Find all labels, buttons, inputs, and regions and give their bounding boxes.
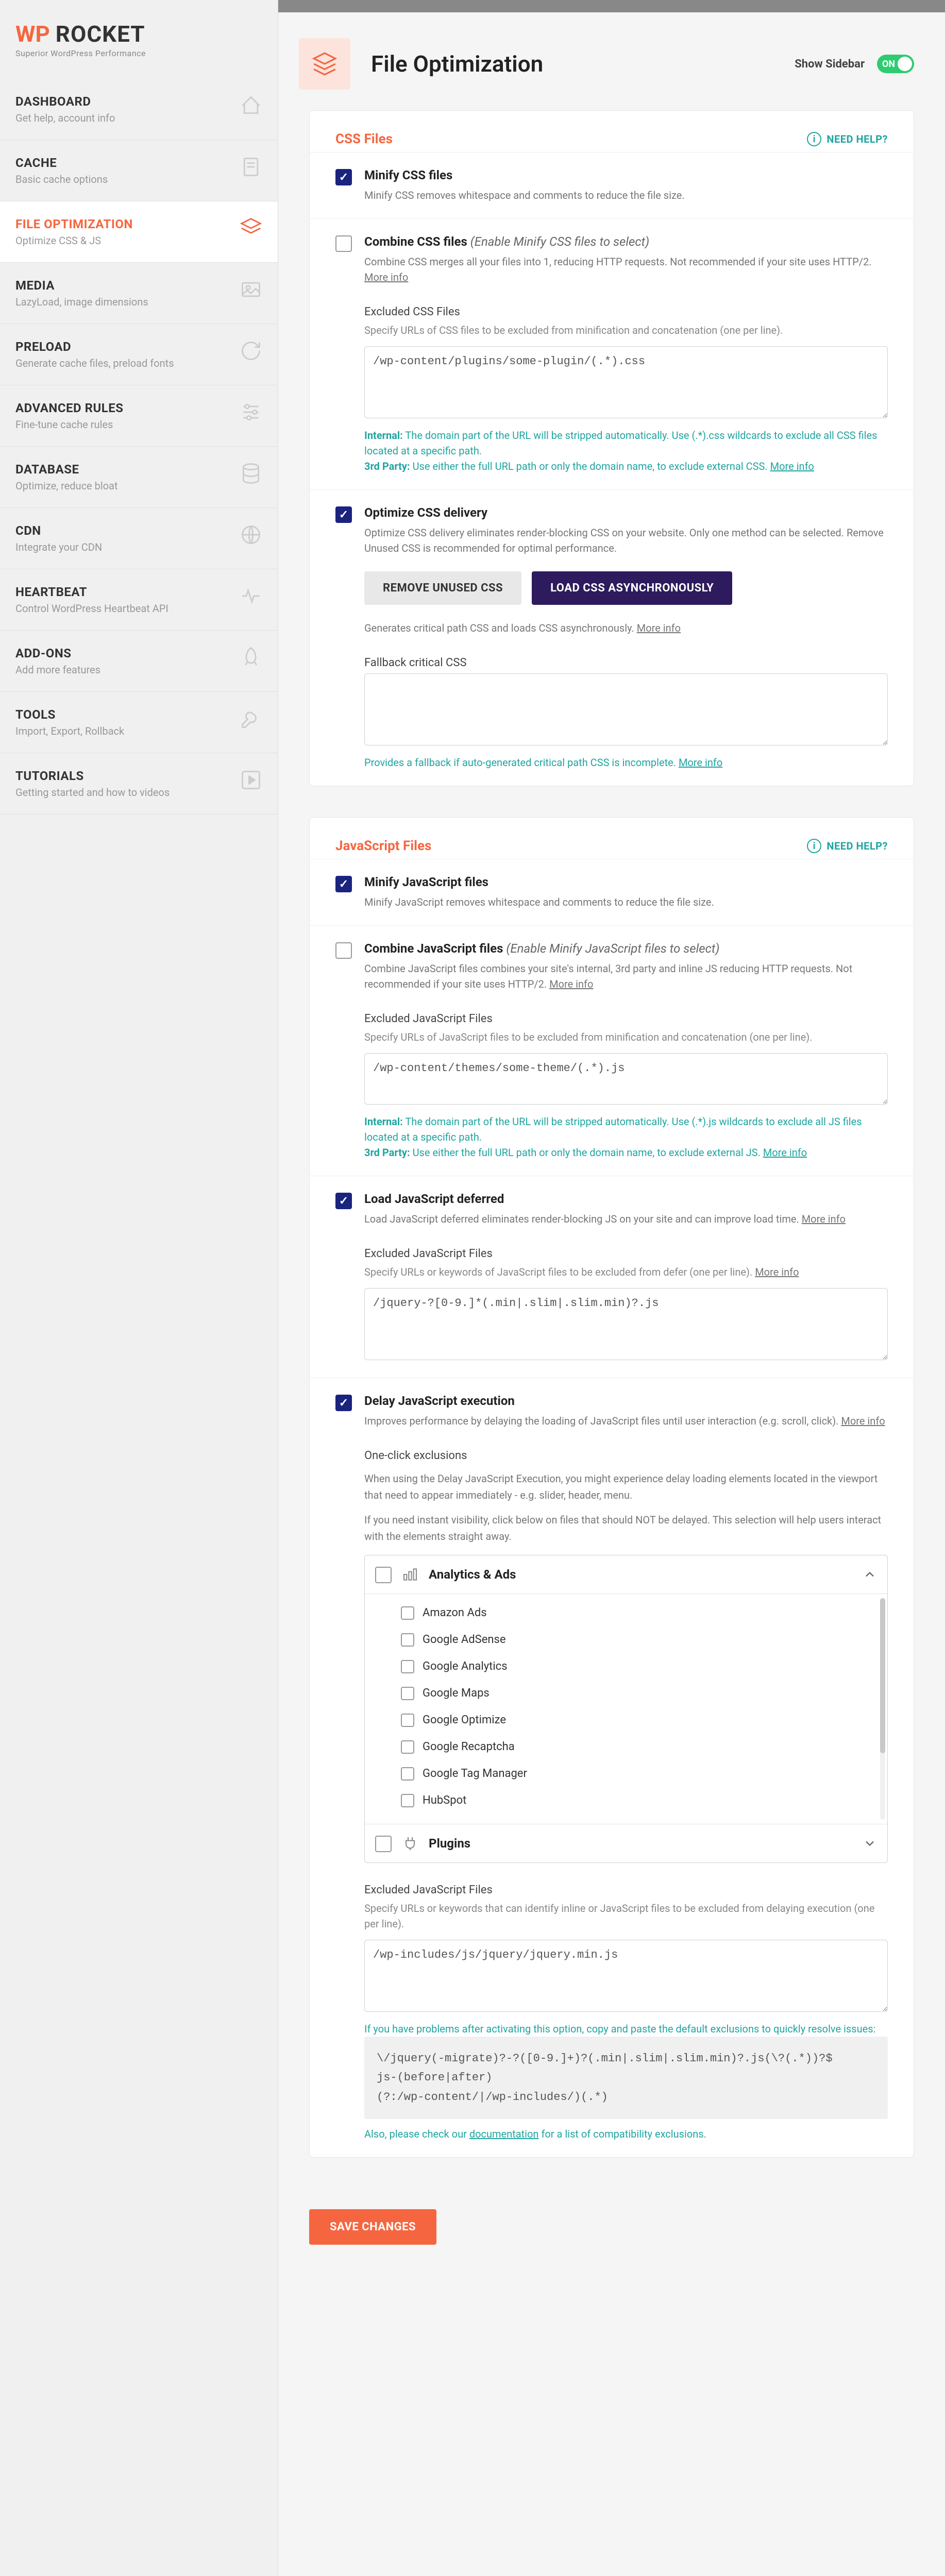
item-checkbox[interactable] (401, 1687, 414, 1700)
exclusion-item[interactable]: Google Optimize (401, 1706, 877, 1733)
item-checkbox[interactable] (401, 1714, 414, 1727)
scrollbar[interactable] (880, 1598, 885, 1820)
more-info-link[interactable]: More info (637, 622, 681, 634)
nav-media[interactable]: MEDIALazyLoad, image dimensions (0, 263, 278, 324)
exclusion-item[interactable]: Google Maps (401, 1680, 877, 1706)
exclusion-group-analytics[interactable]: Analytics & Ads (365, 1555, 887, 1594)
css-files-section: CSS Files iNEED HELP? Minify CSS files M… (309, 110, 914, 786)
nav-advanced-rules[interactable]: ADVANCED RULESFine-tune cache rules (0, 385, 278, 447)
chevron-up-icon (863, 1567, 877, 1582)
page-icon (299, 38, 350, 90)
exclusion-item[interactable]: Google AdSense (401, 1626, 877, 1653)
more-info-link[interactable]: More info (549, 978, 593, 990)
plug-icon (402, 1835, 418, 1852)
exclusion-item[interactable]: Google Recaptcha (401, 1733, 877, 1760)
more-info-link[interactable]: More info (679, 756, 722, 769)
sliders-icon (240, 401, 262, 423)
exclusion-item[interactable]: Amazon Ads (401, 1599, 877, 1626)
more-info-link[interactable]: More info (755, 1266, 799, 1278)
save-changes-button[interactable]: SAVE CHANGES (309, 2209, 436, 2245)
minify-js-checkbox[interactable] (335, 876, 352, 892)
exclusion-items-list: Amazon AdsGoogle AdSenseGoogle Analytics… (365, 1594, 887, 1824)
excluded-delay-input[interactable] (364, 1940, 888, 2012)
item-checkbox[interactable] (401, 1606, 414, 1620)
nav-cache[interactable]: CACHEBasic cache options (0, 140, 278, 201)
exclusion-item[interactable]: Google Analytics (401, 1653, 877, 1680)
nav-preload[interactable]: PRELOADGenerate cache files, preload fon… (0, 324, 278, 385)
minify-css-checkbox[interactable] (335, 169, 352, 185)
rocket-icon (240, 646, 262, 669)
combine-css-checkbox[interactable] (335, 235, 352, 252)
group-checkbox[interactable] (375, 1836, 392, 1852)
item-checkbox[interactable] (401, 1660, 414, 1673)
default-exclusions-code: \/jquery(-migrate)?-?([0-9.]+)?(.min|.sl… (364, 2037, 888, 2119)
logo: WP ROCKET Superior WordPress Performance (0, 21, 278, 79)
globe-icon (240, 523, 262, 546)
play-icon (240, 769, 262, 791)
nav-dashboard[interactable]: DASHBOARDGet help, account info (0, 79, 278, 140)
tools-icon (240, 707, 262, 730)
analytics-icon (402, 1566, 418, 1583)
js-files-section: JavaScript Files iNEED HELP? Minify Java… (309, 817, 914, 2158)
sidebar: WP ROCKET Superior WordPress Performance… (0, 0, 278, 2576)
home-icon (240, 94, 262, 117)
image-icon (240, 278, 262, 301)
heartbeat-icon (240, 585, 262, 607)
remove-unused-css-button[interactable]: REMOVE UNUSED CSS (364, 571, 521, 605)
more-info-link[interactable]: More info (763, 1146, 807, 1159)
refresh-icon (240, 340, 262, 362)
need-help-link[interactable]: iNEED HELP? (807, 132, 888, 146)
item-checkbox[interactable] (401, 1633, 414, 1647)
excluded-css-input[interactable] (364, 346, 888, 418)
more-info-link[interactable]: More info (841, 1415, 885, 1427)
exclusion-item[interactable]: HubSpot (401, 1787, 877, 1814)
file-icon (240, 156, 262, 178)
combine-js-checkbox[interactable] (335, 942, 352, 959)
nav-database[interactable]: DATABASEOptimize, reduce bloat (0, 447, 278, 508)
load-js-deferred-checkbox[interactable] (335, 1193, 352, 1209)
load-css-async-button[interactable]: LOAD CSS ASYNCHRONOUSLY (532, 571, 732, 605)
group-checkbox[interactable] (375, 1567, 392, 1583)
more-info-link[interactable]: More info (802, 1213, 846, 1225)
nav-cdn[interactable]: CDNIntegrate your CDN (0, 508, 278, 569)
chevron-down-icon (863, 1836, 877, 1851)
item-checkbox[interactable] (401, 1767, 414, 1781)
nav-file-optimization[interactable]: FILE OPTIMIZATIONOptimize CSS & JS (0, 201, 278, 263)
item-checkbox[interactable] (401, 1794, 414, 1807)
excluded-js-input[interactable] (364, 1053, 888, 1105)
database-icon (240, 462, 262, 485)
show-sidebar-toggle[interactable]: ON (877, 55, 914, 73)
fallback-css-input[interactable] (364, 673, 888, 745)
admin-topbar (278, 0, 945, 12)
layers-icon (240, 217, 262, 240)
nav-heartbeat[interactable]: HEARTBEATControl WordPress Heartbeat API (0, 569, 278, 631)
nav-tutorials[interactable]: TUTORIALSGetting started and how to vide… (0, 753, 278, 815)
more-info-link[interactable]: More info (770, 460, 814, 472)
js-files-title: JavaScript Files (335, 838, 431, 854)
need-help-link[interactable]: iNEED HELP? (807, 839, 888, 853)
more-info-link[interactable]: More info (364, 271, 408, 283)
css-files-title: CSS Files (335, 131, 393, 147)
nav-tools[interactable]: TOOLSImport, Export, Rollback (0, 692, 278, 753)
optimize-css-delivery-checkbox[interactable] (335, 506, 352, 523)
delay-js-checkbox[interactable] (335, 1395, 352, 1411)
nav-addons[interactable]: ADD-ONSAdd more features (0, 631, 278, 692)
exclusion-item[interactable]: Google Tag Manager (401, 1760, 877, 1787)
documentation-link[interactable]: documentation (469, 2128, 539, 2140)
exclusion-group-plugins[interactable]: Plugins (365, 1824, 887, 1862)
item-checkbox[interactable] (401, 1740, 414, 1754)
excluded-defer-input[interactable] (364, 1288, 888, 1360)
show-sidebar-label: Show Sidebar (795, 58, 865, 71)
page-title: File Optimization (371, 50, 795, 77)
